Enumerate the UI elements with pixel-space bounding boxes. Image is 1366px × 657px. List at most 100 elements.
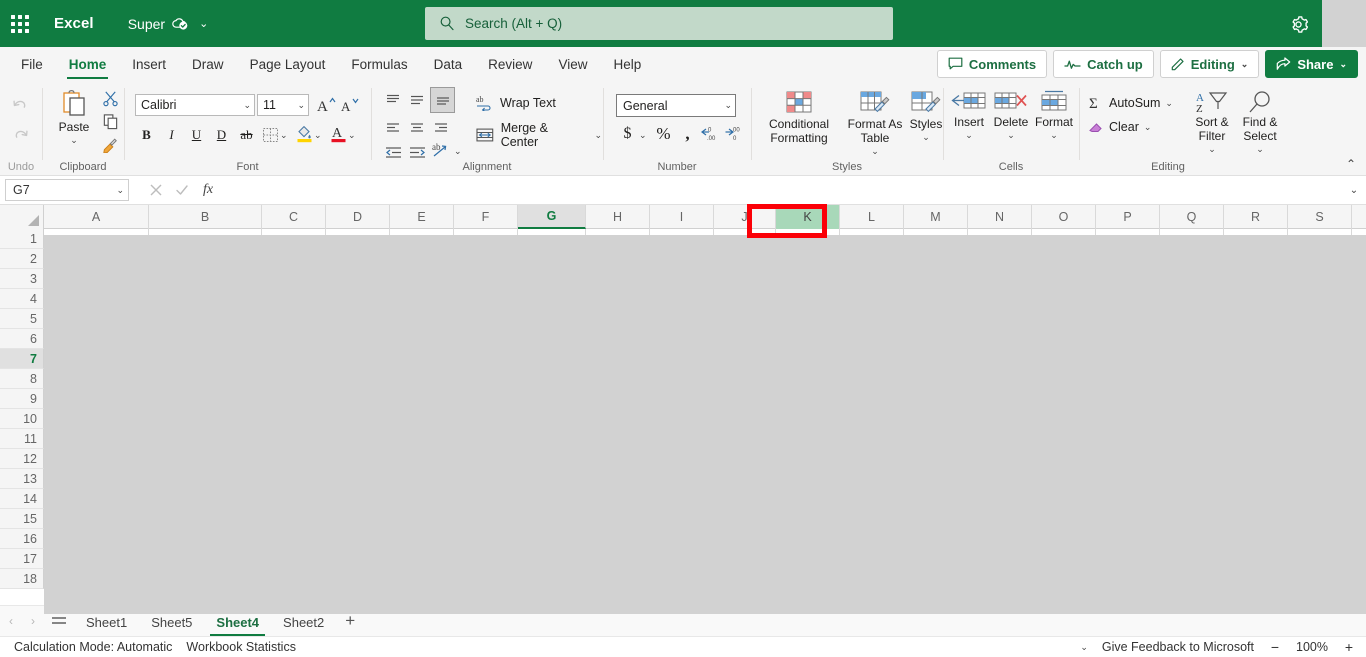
previous-sheet-button[interactable]: ‹ — [0, 607, 22, 635]
decrease-decimal-button[interactable]: 00 0 — [722, 122, 745, 145]
align-left-button[interactable] — [382, 118, 404, 138]
zoom-in-button[interactable]: + — [1342, 639, 1356, 655]
column-header-m[interactable]: M — [904, 205, 968, 229]
row-header-11[interactable]: 11 — [0, 429, 44, 449]
format-painter-button[interactable] — [99, 133, 121, 155]
align-top-button[interactable] — [382, 90, 404, 110]
decrease-font-size-button[interactable]: A — [339, 93, 362, 116]
increase-indent-button[interactable] — [406, 142, 428, 162]
align-middle-button[interactable] — [406, 90, 428, 110]
percent-format-button[interactable]: % — [652, 122, 675, 145]
double-underline-button[interactable]: D — [210, 123, 233, 146]
column-header-i[interactable]: I — [650, 205, 714, 229]
row-header-10[interactable]: 10 — [0, 409, 44, 429]
fill-color-button[interactable] — [293, 121, 316, 144]
borders-button[interactable] — [259, 123, 282, 146]
decrease-indent-button[interactable] — [382, 142, 404, 162]
share-button[interactable]: Share ⌄ — [1265, 50, 1358, 78]
column-header-n[interactable]: N — [968, 205, 1032, 229]
font-color-button[interactable]: A — [327, 121, 350, 144]
tab-formulas[interactable]: Formulas — [338, 47, 420, 82]
row-header-2[interactable]: 2 — [0, 249, 44, 269]
comments-button[interactable]: Comments — [936, 50, 1048, 78]
column-header-partial[interactable] — [1352, 205, 1366, 229]
underline-button[interactable]: U — [185, 123, 208, 146]
column-header-r[interactable]: R — [1224, 205, 1288, 229]
wrap-text-button[interactable]: ab Wrap Text — [476, 91, 556, 115]
formula-input[interactable] — [221, 179, 1342, 201]
format-cells-button[interactable]: Format ⌄ — [1032, 90, 1076, 140]
document-menu-chevron-down-icon[interactable]: ⌄ — [199, 17, 208, 30]
row-header-8[interactable]: 8 — [0, 369, 44, 389]
settings-button[interactable] — [1286, 12, 1310, 36]
column-header-f[interactable]: F — [454, 205, 518, 229]
undo-button[interactable] — [9, 94, 31, 116]
currency-format-button[interactable]: $ — [616, 122, 639, 145]
autosum-button[interactable]: Σ AutoSum ⌄ — [1088, 92, 1173, 114]
merge-center-button[interactable]: Merge & Center ⌄ — [476, 121, 602, 149]
row-header-12[interactable]: 12 — [0, 449, 44, 469]
row-header-13[interactable]: 13 — [0, 469, 44, 489]
delete-cells-button[interactable]: Delete ⌄ — [990, 90, 1032, 140]
app-launcher-button[interactable] — [0, 0, 40, 47]
tab-review[interactable]: Review — [475, 47, 545, 82]
increase-font-size-button[interactable]: A — [315, 93, 338, 116]
tab-help[interactable]: Help — [600, 47, 654, 82]
cancel-entry-button[interactable] — [143, 179, 169, 201]
collapse-ribbon-button[interactable]: ⌃ — [1346, 157, 1356, 171]
calculation-mode-status[interactable]: Calculation Mode: Automatic — [14, 640, 172, 654]
align-center-button[interactable] — [406, 118, 428, 138]
column-header-j[interactable]: J — [714, 205, 776, 229]
row-header-9[interactable]: 9 — [0, 389, 44, 409]
tab-data[interactable]: Data — [421, 47, 476, 82]
zoom-level-label[interactable]: 100% — [1296, 640, 1328, 654]
status-options-chevron-down-icon[interactable]: ⌄ — [1080, 642, 1088, 653]
next-sheet-button[interactable]: › — [22, 607, 44, 635]
row-header-15[interactable]: 15 — [0, 509, 44, 529]
name-box[interactable]: G7 ⌄ — [5, 179, 129, 201]
column-header-k[interactable]: K — [776, 205, 840, 229]
comma-format-button[interactable]: , — [676, 122, 699, 145]
sort-filter-button[interactable]: A Z Sort & Filter ⌄ — [1188, 90, 1236, 154]
font-color-chevron-down-icon[interactable]: ⌄ — [348, 130, 356, 141]
catch-up-button[interactable]: Catch up — [1053, 50, 1154, 78]
column-header-d[interactable]: D — [326, 205, 390, 229]
tab-insert[interactable]: Insert — [119, 47, 179, 82]
conditional-formatting-button[interactable]: Conditional Formatting — [756, 90, 842, 146]
feedback-button[interactable]: Give Feedback to Microsoft — [1102, 640, 1254, 654]
search-input[interactable] — [425, 7, 893, 40]
number-format-select[interactable]: General ⌄ — [616, 94, 736, 117]
row-header-7[interactable]: 7 — [0, 349, 44, 369]
insert-cells-button[interactable]: Insert ⌄ — [948, 90, 990, 140]
align-right-button[interactable] — [430, 118, 452, 138]
select-all-button[interactable] — [0, 205, 44, 229]
format-as-table-button[interactable]: Format As Table ⌄ — [844, 90, 906, 156]
column-header-h[interactable]: H — [586, 205, 650, 229]
tab-file[interactable]: File — [8, 47, 56, 82]
copy-button[interactable] — [99, 110, 121, 132]
paste-button[interactable]: Paste ⌄ — [51, 89, 97, 145]
row-header-16[interactable]: 16 — [0, 529, 44, 549]
row-header-4[interactable]: 4 — [0, 289, 44, 309]
tab-draw[interactable]: Draw — [179, 47, 237, 82]
column-header-p[interactable]: P — [1096, 205, 1160, 229]
workbook-statistics-button[interactable]: Workbook Statistics — [186, 640, 296, 654]
clear-button[interactable]: Clear ⌄ — [1088, 116, 1151, 138]
column-header-c[interactable]: C — [262, 205, 326, 229]
cut-button[interactable] — [99, 87, 121, 109]
column-header-b[interactable]: B — [149, 205, 262, 229]
currency-chevron-down-icon[interactable]: ⌄ — [639, 130, 647, 141]
strikethrough-button[interactable]: ab — [235, 123, 258, 146]
column-header-q[interactable]: Q — [1160, 205, 1224, 229]
confirm-entry-button[interactable] — [169, 179, 195, 201]
column-header-e[interactable]: E — [390, 205, 454, 229]
column-header-l[interactable]: L — [840, 205, 904, 229]
borders-chevron-down-icon[interactable]: ⌄ — [280, 130, 288, 141]
row-header-3[interactable]: 3 — [0, 269, 44, 289]
column-header-o[interactable]: O — [1032, 205, 1096, 229]
tab-home[interactable]: Home — [56, 47, 120, 82]
orientation-button[interactable]: ab — [430, 140, 452, 160]
italic-button[interactable]: I — [160, 123, 183, 146]
column-header-a[interactable]: A — [44, 205, 149, 229]
orientation-chevron-down-icon[interactable]: ⌄ — [454, 146, 462, 157]
